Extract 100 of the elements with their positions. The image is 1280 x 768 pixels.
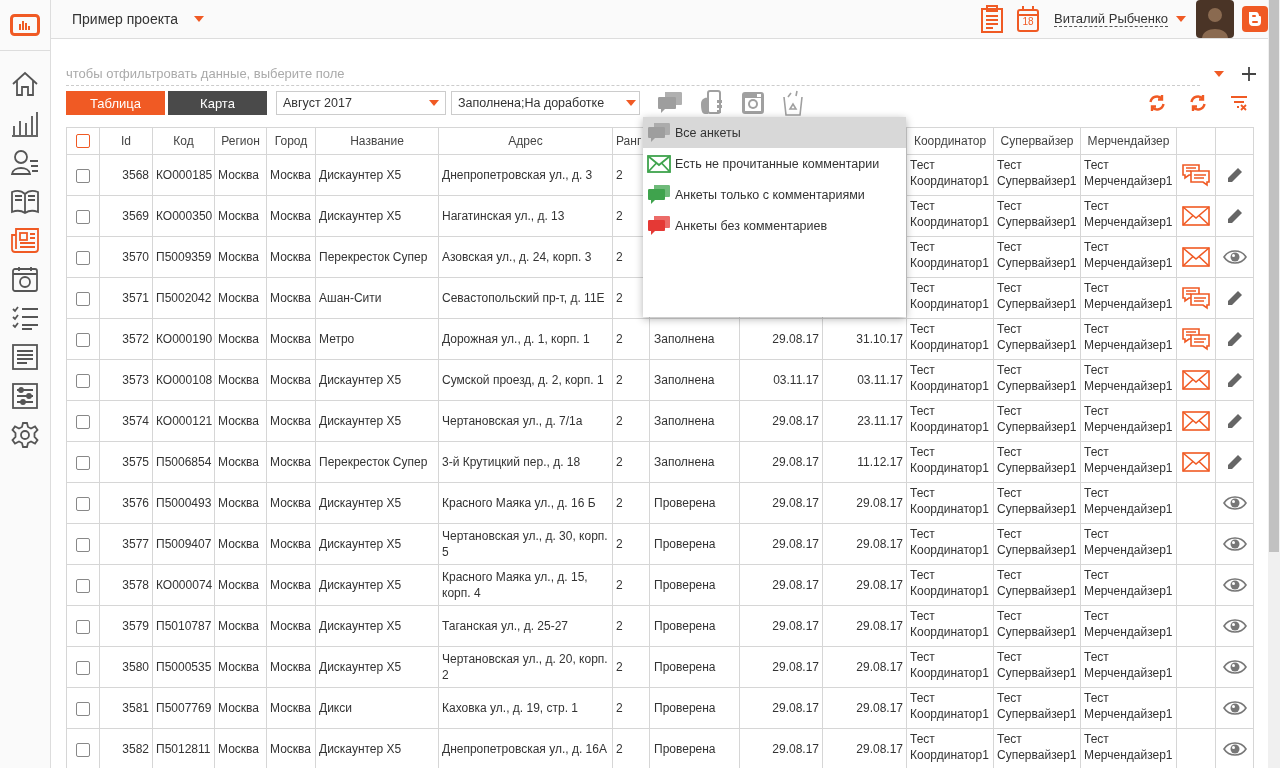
column-header[interactable]: Город <box>266 127 316 155</box>
column-header[interactable]: Регион <box>214 127 267 155</box>
chat-icon <box>647 214 671 237</box>
select-field[interactable]: Август 2017 <box>276 91 446 115</box>
table-cell: 2 <box>612 318 650 360</box>
table-cell: Дискаунтер Х5 <box>315 646 439 688</box>
eye-icon[interactable] <box>1222 577 1247 594</box>
sliders-icon[interactable] <box>10 381 40 411</box>
clipboard-icon[interactable] <box>980 5 1005 33</box>
table-cell: П5000535 <box>152 646 215 688</box>
comments-icon[interactable] <box>1182 286 1210 310</box>
row-checkbox[interactable] <box>76 496 90 511</box>
photo-icon[interactable] <box>10 264 40 294</box>
select-all-checkbox[interactable] <box>76 134 90 149</box>
user-name[interactable]: Виталий Рыбченко <box>1054 11 1168 27</box>
comments-icon[interactable] <box>1182 163 1210 187</box>
home-icon[interactable] <box>10 69 40 99</box>
row-checkbox[interactable] <box>76 537 90 552</box>
row-checkbox[interactable] <box>76 701 90 716</box>
table-cell: Москва <box>266 359 316 401</box>
table-cell: Москва <box>214 154 267 196</box>
recycle-bin-icon[interactable] <box>782 90 804 116</box>
news-icon[interactable] <box>10 225 40 255</box>
eye-icon[interactable] <box>1222 536 1247 553</box>
row-checkbox[interactable] <box>76 414 90 429</box>
row-checkbox[interactable] <box>76 250 90 265</box>
table-cell: Москва <box>214 318 267 360</box>
eye-icon[interactable] <box>1222 618 1247 635</box>
table-cell: Тест Координатор1 <box>906 400 994 442</box>
phone-hand-icon[interactable] <box>700 90 724 116</box>
envelope-icon[interactable] <box>1182 411 1210 431</box>
column-header[interactable]: Адрес <box>438 127 613 155</box>
eye-icon[interactable] <box>1222 741 1247 758</box>
eye-icon[interactable] <box>1222 659 1247 676</box>
filter-field[interactable]: чтобы отфильтровать данные, выберите поле <box>66 62 1200 86</box>
table-cell: 29.08.17 <box>739 687 823 729</box>
add-icon[interactable] <box>1242 67 1256 81</box>
column-header[interactable]: Мерчендайзер <box>1080 127 1177 155</box>
edit-icon[interactable] <box>1226 167 1243 184</box>
envelope-icon[interactable] <box>1182 452 1210 472</box>
table-cell: 2 <box>612 605 650 647</box>
chat-icon[interactable] <box>657 91 683 115</box>
edit-icon[interactable] <box>1226 454 1243 471</box>
table-cell: 29.08.17 <box>822 482 907 524</box>
edit-icon[interactable] <box>1226 413 1243 430</box>
row-checkbox[interactable] <box>76 455 90 470</box>
caret-icon[interactable] <box>1176 16 1186 22</box>
caret-icon[interactable] <box>1214 71 1224 77</box>
row-checkbox[interactable] <box>76 332 90 347</box>
envelope-icon[interactable] <box>1182 206 1210 226</box>
gear-icon[interactable] <box>10 420 40 450</box>
row-checkbox[interactable] <box>76 209 90 224</box>
table-cell: 3572 <box>99 318 153 360</box>
column-header[interactable]: Id <box>99 127 153 155</box>
table-cell: Москва <box>266 318 316 360</box>
caret-icon[interactable] <box>194 16 205 22</box>
person-list-icon[interactable] <box>10 147 40 177</box>
caret-icon[interactable] <box>626 100 636 106</box>
refresh-icon[interactable] <box>1189 94 1207 112</box>
edit-icon[interactable] <box>1226 372 1243 389</box>
column-header[interactable]: Название <box>315 127 439 155</box>
row-checkbox[interactable] <box>76 742 90 757</box>
scrollbar-thumb[interactable] <box>1269 0 1279 552</box>
eye-icon[interactable] <box>1222 495 1247 512</box>
caret-icon[interactable] <box>429 100 439 106</box>
table-cell: Севастопольский пр-т, д. 11Е <box>438 277 613 319</box>
menu-item[interactable]: Все анкеты <box>643 117 906 148</box>
clear-filter-icon[interactable] <box>1230 95 1248 111</box>
row-checkbox[interactable] <box>76 619 90 634</box>
edit-icon[interactable] <box>1226 331 1243 348</box>
column-header[interactable]: Супервайзер <box>993 127 1081 155</box>
row-checkbox[interactable] <box>76 291 90 306</box>
table-cell: Дискаунтер Х5 <box>315 154 439 196</box>
refresh-icon[interactable] <box>1148 94 1166 112</box>
edit-icon[interactable] <box>1226 290 1243 307</box>
table-cell: 2 <box>612 359 650 401</box>
eye-icon[interactable] <box>1222 249 1247 266</box>
row-checkbox[interactable] <box>76 168 90 183</box>
project-selector[interactable]: Пример проекта <box>72 11 179 27</box>
view-tab[interactable]: Карта <box>168 91 267 115</box>
table-cell: Тест Мерчендайзер1 <box>1080 400 1177 442</box>
avatar[interactable] <box>1196 0 1234 38</box>
camera-icon[interactable] <box>741 91 765 115</box>
logo-icon[interactable] <box>10 14 40 36</box>
table-cell: П5010787 <box>152 605 215 647</box>
envelope-icon[interactable] <box>1182 247 1210 267</box>
table-cell: 29.08.17 <box>739 564 823 606</box>
row-checkbox[interactable] <box>76 660 90 675</box>
eye-icon[interactable] <box>1222 700 1247 717</box>
document-icon[interactable] <box>10 342 40 372</box>
select-field[interactable]: Заполнена;На доработке <box>451 91 640 115</box>
chat-icon <box>647 121 671 144</box>
column-header[interactable]: Код <box>152 127 215 155</box>
row-checkbox[interactable] <box>76 373 90 388</box>
table-cell: Чертановская ул., д. 20, корп. 2 <box>438 646 613 688</box>
row-checkbox[interactable] <box>76 578 90 593</box>
envelope-icon[interactable] <box>1182 370 1210 390</box>
blog-icon[interactable] <box>1242 6 1268 32</box>
edit-icon[interactable] <box>1226 208 1243 225</box>
comments-icon[interactable] <box>1182 327 1210 351</box>
